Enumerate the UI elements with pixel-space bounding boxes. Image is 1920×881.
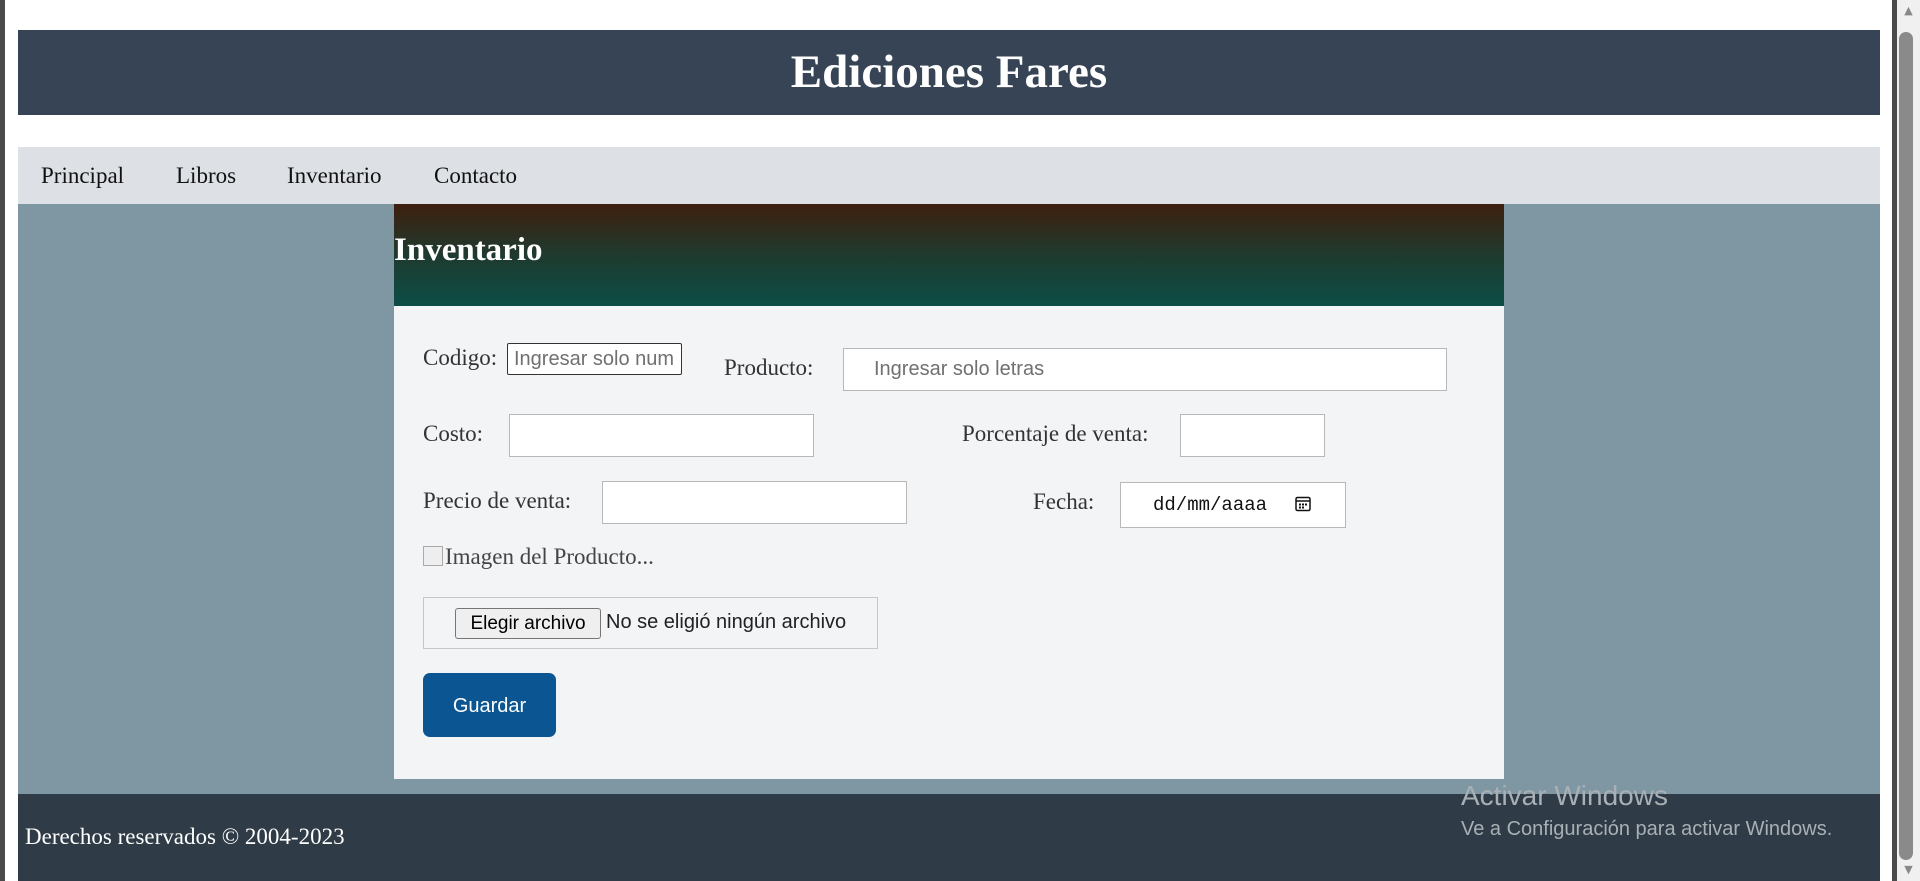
nav-item-inventario[interactable]: Inventario xyxy=(287,147,382,204)
scroll-down-arrow-icon[interactable]: ▼ xyxy=(1897,861,1920,879)
costo-input[interactable] xyxy=(509,414,814,457)
nav-item-libros[interactable]: Libros xyxy=(176,147,236,204)
producto-label: Producto: xyxy=(724,355,814,380)
card-header: Inventario xyxy=(394,204,1504,306)
choose-file-button[interactable]: Elegir archivo xyxy=(455,608,601,639)
watermark-subtitle: Ve a Configuración para activar Windows. xyxy=(1461,818,1833,840)
porcentaje-input[interactable] xyxy=(1180,414,1325,457)
codigo-input[interactable] xyxy=(507,343,682,375)
watermark-title: Activar Windows xyxy=(1461,780,1668,811)
product-image-alt: Imagen del Producto... xyxy=(445,544,654,569)
porcentaje-label: Porcentaje de venta: xyxy=(962,421,1149,446)
window-border-left xyxy=(0,0,5,881)
costo-label: Costo: xyxy=(423,421,484,446)
fecha-input[interactable]: dd/mm/aaaa xyxy=(1120,482,1346,528)
file-upload: Elegir archivo No se eligió ningún archi… xyxy=(423,597,878,649)
inventory-form-card: Inventario Codigo: Producto: Costo: Porc… xyxy=(394,204,1504,779)
nav-item-contacto[interactable]: Contacto xyxy=(434,147,517,204)
save-button[interactable]: Guardar xyxy=(423,673,556,737)
copyright-text: Derechos reservados © 2004-2023 xyxy=(25,824,345,849)
windows-activation-watermark: Activar Windows Ve a Configuración para … xyxy=(1461,780,1832,841)
product-image: Imagen del Producto... xyxy=(423,544,654,570)
fecha-value: dd/mm/aaaa xyxy=(1153,494,1268,516)
site-header: Ediciones Fares xyxy=(18,30,1880,115)
fecha-label: Fecha: xyxy=(1033,489,1095,514)
file-status: No se eligió ningún archivo xyxy=(606,611,847,633)
broken-image-icon xyxy=(423,546,443,566)
codigo-label: Codigo: xyxy=(423,345,498,370)
scroll-up-arrow-icon[interactable]: ▲ xyxy=(1897,2,1920,20)
precio-label: Precio de venta: xyxy=(423,488,572,513)
site-title: Ediciones Fares xyxy=(790,46,1108,98)
precio-input[interactable] xyxy=(602,481,907,524)
nav-item-principal[interactable]: Principal xyxy=(41,147,124,204)
main-content: Inventario Codigo: Producto: Costo: Porc… xyxy=(18,204,1880,794)
main-nav: Principal Libros Inventario Contacto xyxy=(18,147,1880,204)
card-title: Inventario xyxy=(394,232,543,268)
page: Ediciones Fares Principal Libros Inventa… xyxy=(18,0,1880,881)
calendar-icon[interactable] xyxy=(1295,495,1311,512)
producto-input[interactable] xyxy=(843,348,1447,391)
scrollbar-thumb[interactable] xyxy=(1899,32,1913,860)
